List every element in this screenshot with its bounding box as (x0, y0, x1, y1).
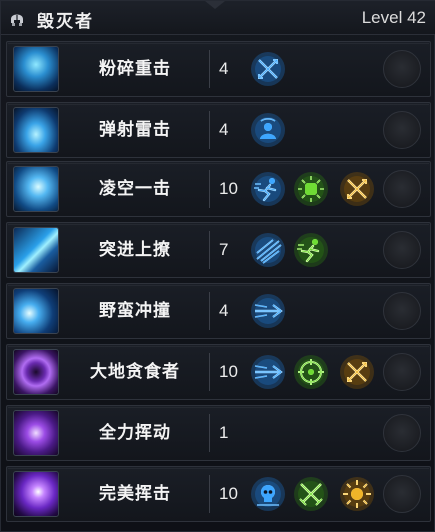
savage-charge-icon[interactable] (13, 288, 59, 334)
skill-row[interactable]: 野蛮冲撞 4 (6, 283, 431, 339)
row-divider (209, 292, 210, 330)
crossed-swords-rune-icon[interactable] (292, 475, 330, 513)
skill-rank-count: 4 (219, 301, 229, 320)
skill-rank-count: 4 (219, 59, 229, 78)
fist-burst-rune-icon[interactable] (292, 170, 330, 208)
level-label: Level 42 (361, 8, 426, 27)
row-divider (209, 231, 210, 269)
skill-name: 凌空一击 (99, 179, 171, 199)
aerial-strike-icon[interactable] (13, 166, 59, 212)
row-divider (209, 353, 210, 391)
row-divider (209, 475, 210, 513)
perfect-strike-icon[interactable] (13, 471, 59, 517)
earth-devourer-icon[interactable] (13, 349, 59, 395)
empty-socket-slot[interactable] (383, 475, 421, 513)
piercing-arrow-rune-icon[interactable] (249, 353, 287, 391)
helmet-icon (11, 14, 23, 26)
skill-name: 全力挥动 (99, 423, 171, 443)
skill-row[interactable]: 全力挥动 1 (6, 405, 431, 461)
class-title: 毁灭者 (37, 12, 94, 32)
empty-socket-slot[interactable] (383, 111, 421, 149)
piercing-arrow-rune-icon[interactable] (249, 292, 287, 330)
row-divider (209, 170, 210, 208)
target-ring-rune-icon[interactable] (292, 353, 330, 391)
skill-rank-count: 4 (219, 120, 229, 139)
empty-socket-slot[interactable] (383, 231, 421, 269)
dash-runner-rune-icon[interactable] (249, 170, 287, 208)
panel-header: 毁灭者 Level 42 (1, 1, 435, 35)
empty-socket-slot[interactable] (383, 414, 421, 452)
speed-streak-rune-icon[interactable] (249, 231, 287, 269)
shattering-blow-icon[interactable] (13, 46, 59, 92)
header-notch-ornament (205, 1, 225, 9)
skill-name: 粉碎重击 (99, 59, 171, 79)
full-swing-icon[interactable] (13, 410, 59, 456)
charge-upswing-icon[interactable] (13, 227, 59, 273)
skill-rank-count: 10 (219, 484, 238, 503)
row-divider (209, 50, 210, 88)
row-divider (209, 414, 210, 452)
skill-rank-count: 1 (219, 423, 229, 442)
skill-panel: 毁灭者 Level 42 粉碎重击 4 弹射雷击 4 凌空一击 10 突进上撩 … (0, 0, 435, 532)
empty-socket-slot[interactable] (383, 353, 421, 391)
skill-row[interactable]: 凌空一击 10 (6, 161, 431, 217)
skill-row[interactable]: 完美挥击 10 (6, 466, 431, 522)
skill-name: 野蛮冲撞 (99, 301, 171, 321)
row-divider (209, 111, 210, 149)
skill-row[interactable]: 弹射雷击 4 (6, 102, 431, 158)
skill-name: 大地贪食者 (90, 362, 180, 382)
dash-runner-rune-icon[interactable] (292, 231, 330, 269)
crossed-arrows-rune-icon[interactable] (338, 170, 376, 208)
skill-name: 突进上撩 (99, 240, 171, 260)
skill-name: 完美挥击 (99, 484, 171, 504)
skill-rank-count: 7 (219, 240, 229, 259)
bust-halo-rune-icon[interactable] (249, 111, 287, 149)
ricochet-lightning-icon[interactable] (13, 107, 59, 153)
skill-row[interactable]: 粉碎重击 4 (6, 41, 431, 97)
crossed-arrows-rune-icon[interactable] (249, 50, 287, 88)
empty-socket-slot[interactable] (383, 50, 421, 88)
skill-rank-count: 10 (219, 179, 238, 198)
skill-rank-count: 10 (219, 362, 238, 381)
empty-socket-slot[interactable] (383, 170, 421, 208)
skill-row[interactable]: 大地贪食者 10 (6, 344, 431, 400)
crossed-arrows-rune-icon[interactable] (338, 353, 376, 391)
skull-crest-rune-icon[interactable] (249, 475, 287, 513)
sun-burst-rune-icon[interactable] (338, 475, 376, 513)
empty-socket-slot[interactable] (383, 292, 421, 330)
skill-name: 弹射雷击 (99, 120, 171, 140)
skill-row[interactable]: 突进上撩 7 (6, 222, 431, 278)
